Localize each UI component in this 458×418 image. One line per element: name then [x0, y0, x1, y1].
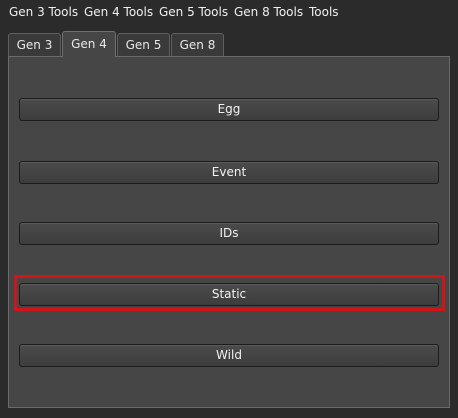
- menu-gen4-tools[interactable]: Gen 4 Tools: [84, 4, 153, 20]
- menu-gen5-tools[interactable]: Gen 5 Tools: [159, 4, 228, 20]
- menu-bar: Gen 3 Tools Gen 4 Tools Gen 5 Tools Gen …: [0, 0, 458, 24]
- static-button[interactable]: Static: [19, 283, 439, 306]
- menu-gen8-tools[interactable]: Gen 8 Tools: [234, 4, 303, 20]
- ids-button[interactable]: IDs: [19, 222, 439, 245]
- tab-gen8[interactable]: Gen 8: [171, 33, 224, 56]
- event-button[interactable]: Event: [19, 161, 439, 184]
- gen4-tab-panel: Egg Event IDs Static Wild: [8, 56, 450, 408]
- menu-tools[interactable]: Tools: [309, 4, 339, 20]
- tab-gen4[interactable]: Gen 4: [62, 31, 116, 57]
- window-bottom-edge: [0, 408, 458, 418]
- tab-gen3[interactable]: Gen 3: [8, 33, 61, 56]
- egg-button[interactable]: Egg: [19, 98, 439, 121]
- wild-button[interactable]: Wild: [19, 344, 439, 367]
- menu-gen3-tools[interactable]: Gen 3 Tools: [9, 4, 78, 20]
- tab-gen5[interactable]: Gen 5: [117, 33, 170, 56]
